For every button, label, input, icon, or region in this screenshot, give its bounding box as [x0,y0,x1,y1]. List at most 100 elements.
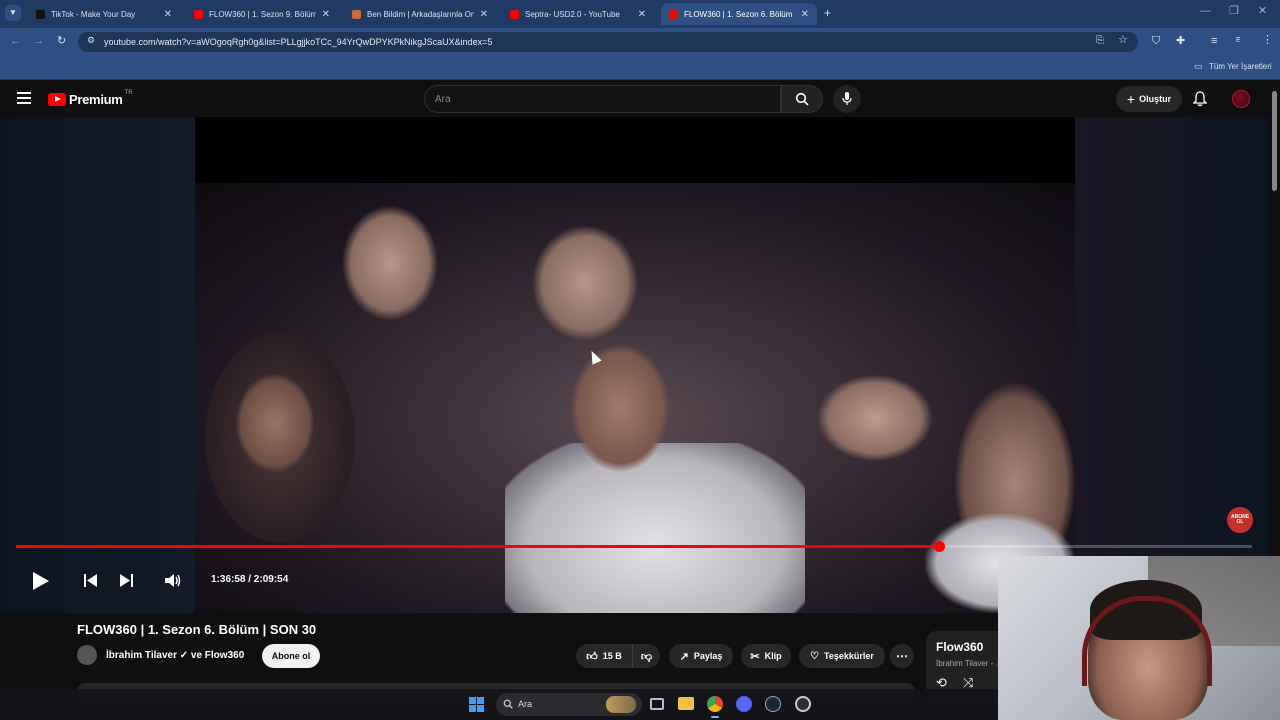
tab-ben-bildim[interactable]: Ben Bildim | Arkadaşlarınla Onl ✕ [344,3,496,25]
tiktok-favicon-icon [36,9,45,19]
playlist-title[interactable]: Flow360 [936,640,983,654]
share-button[interactable]: ↗ Paylaş [669,644,733,668]
task-view-icon[interactable] [650,698,664,710]
center-person-shirt [505,443,805,613]
ambient-right [1075,117,1270,613]
windows-taskbar: Ara [0,689,998,720]
hamburger-menu-icon[interactable] [17,92,31,104]
search-input[interactable]: Ara [424,85,781,113]
youtube-favicon-icon [194,9,203,19]
microphone-icon [842,92,852,105]
tab-title: FLOW360 | 1. Sezon 9. Bölüm | [209,9,316,19]
play-button[interactable] [32,571,50,596]
browser-toolbar: ← → ↻ ⚙ youtube.com/watch?v=aWOgoqRgh0g&… [0,28,1280,56]
tab-tiktok[interactable]: TikTok - Make Your Day ✕ [28,3,180,25]
video-player[interactable]: ABONE OL 1:36:58 / 2:09:54 [0,117,1270,613]
voice-search-button[interactable] [833,85,861,113]
media-control-icon[interactable]: ≡ [1211,36,1217,47]
tab-flow360-ep9[interactable]: FLOW360 | 1. Sezon 9. Bölüm | ✕ [186,3,338,25]
tab-title: TikTok - Make Your Day [51,9,136,19]
close-tab-icon[interactable]: ✕ [638,9,646,20]
create-button[interactable]: + Oluştur [1116,86,1182,112]
search-icon [795,92,809,106]
restore-window-icon[interactable]: ❐ [1229,6,1239,17]
abone-badge-text: ABONE OL [1230,513,1250,525]
subscribe-button[interactable]: Abone ol [262,644,320,668]
address-bar[interactable]: ⚙ youtube.com/watch?v=aWOgoqRgh0g&list=P… [78,32,1138,52]
taskbar-search-input[interactable]: Ara [496,693,642,716]
back-arrow-icon[interactable]: ← [10,36,21,47]
notifications-bell-icon[interactable] [1192,91,1208,112]
create-label: Oluştur [1139,94,1172,104]
search-button[interactable] [781,85,823,113]
new-tab-plus-icon[interactable]: + [824,7,831,19]
youtube-play-logo-icon [48,93,66,106]
browser-tab-strip: ▼ TikTok - Make Your Day ✕ FLOW360 | 1. … [0,0,1280,28]
url-text: youtube.com/watch?v=aWOgoqRgh0g&list=PLL… [104,37,493,47]
profile-avatar[interactable]: E [1236,37,1241,44]
like-button[interactable]: 👍︎ 15 B [576,644,632,668]
tab-flow360-ep6[interactable]: FLOW360 | 1. Sezon 6. Bölüm | ✕ [661,3,817,25]
raised-hand-left [340,203,440,323]
close-tab-icon[interactable]: ✕ [322,9,330,20]
all-bookmarks-link[interactable]: Tüm Yer İşaretleri [1209,63,1272,71]
bookmark-star-icon[interactable]: ☆ [1118,35,1128,46]
account-avatar[interactable] [1232,90,1250,108]
reload-icon[interactable]: ↻ [57,36,66,47]
youtube-logo[interactable]: Premium TR [48,89,133,107]
close-window-icon[interactable]: ✕ [1258,6,1267,17]
search-placeholder: Ara [435,94,451,105]
logo-region: TR [124,89,133,96]
windows-start-icon[interactable] [469,697,484,712]
discord-icon[interactable] [736,696,752,712]
tab-list-chevron-icon[interactable]: ▼ [5,5,21,21]
channel-name[interactable]: İbrahim Tilaver ✓ ve Flow360 [106,650,244,661]
folder-icon: ▭ [1194,61,1203,71]
close-tab-icon[interactable]: ✕ [480,9,488,20]
game-favicon-icon [352,9,361,19]
youtube-favicon-icon [510,9,519,19]
more-actions-button[interactable]: ⋯ [890,644,914,668]
more-horizontal-icon: ⋯ [896,649,908,663]
forward-arrow-icon[interactable]: → [33,36,44,47]
minimize-window-icon[interactable]: — [1200,6,1211,17]
file-explorer-icon[interactable] [678,697,694,710]
search-icon [503,699,513,709]
clip-label: Klip [764,651,782,661]
progress-bar[interactable] [16,541,1252,552]
playlist-subtitle[interactable]: İbrahim Tilaver - ... [936,659,1002,668]
next-button[interactable] [120,574,133,592]
site-info-icon[interactable]: ⚙ [87,36,95,45]
clip-button[interactable]: ✂ Klip [741,644,791,668]
shield-extension-icon[interactable]: ⛉ [1152,36,1160,47]
next-icon [120,574,133,587]
webcam-overlay [998,556,1280,720]
volume-button[interactable] [165,573,182,593]
thumbs-down-icon: 👎︎ [640,650,653,663]
like-count: 15 B [602,651,622,661]
obs-icon[interactable] [795,696,811,712]
close-tab-icon[interactable]: ✕ [164,9,172,20]
page-scrollbar[interactable] [1270,81,1280,613]
extensions-puzzle-icon[interactable]: ✚ [1176,36,1185,47]
subscribe-watermark[interactable]: ABONE OL [1227,507,1253,533]
steam-icon[interactable] [765,696,781,712]
youtube-header: Premium TR Ara + Oluştur [0,81,1280,117]
thanks-button[interactable]: ♡ Teşekkürler [799,644,885,668]
browser-menu-icon[interactable]: ⋮ [1262,35,1273,46]
scrollbar-thumb[interactable] [1272,91,1277,191]
channel-avatar[interactable] [77,645,97,665]
install-app-icon[interactable]: ⎘ [1096,36,1104,46]
tab-septra[interactable]: Septra- USD2.0 - YouTube ✕ [502,3,654,25]
previous-button[interactable] [84,574,97,592]
tab-title: FLOW360 | 1. Sezon 6. Bölüm | [684,9,795,19]
previous-icon [84,574,97,587]
volume-icon [165,574,181,587]
plus-icon: + [1126,91,1136,107]
dislike-button[interactable]: 👎︎ [632,644,660,668]
close-tab-icon[interactable]: ✕ [801,9,809,20]
active-app-indicator [711,716,719,718]
tab-title: Septra- USD2.0 - YouTube [525,9,620,19]
scissors-icon: ✂ [750,650,760,663]
chrome-icon[interactable] [707,696,723,712]
